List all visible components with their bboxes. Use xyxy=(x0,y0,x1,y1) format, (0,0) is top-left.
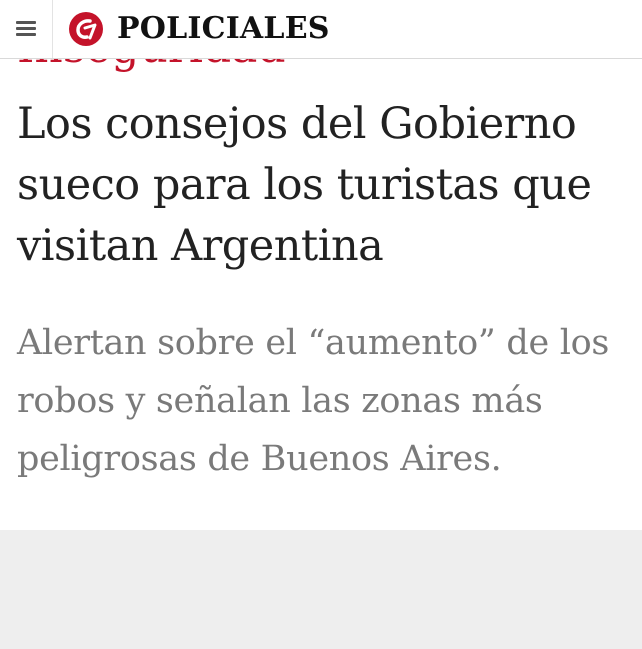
article-header: Inseguridad Los consejos del Gobierno su… xyxy=(0,0,642,530)
article-headline: Los consejos del Gobierno sueco para los… xyxy=(17,99,592,271)
top-bar: POLICIALES xyxy=(0,0,642,59)
article-subheadline: Alertan sobre el “aumento” de los robos … xyxy=(17,323,610,479)
section-title[interactable]: POLICIALES xyxy=(117,9,330,49)
clarin-logo-icon[interactable] xyxy=(68,11,104,47)
hamburger-menu-icon[interactable] xyxy=(0,0,53,58)
ad-placeholder xyxy=(0,530,642,649)
